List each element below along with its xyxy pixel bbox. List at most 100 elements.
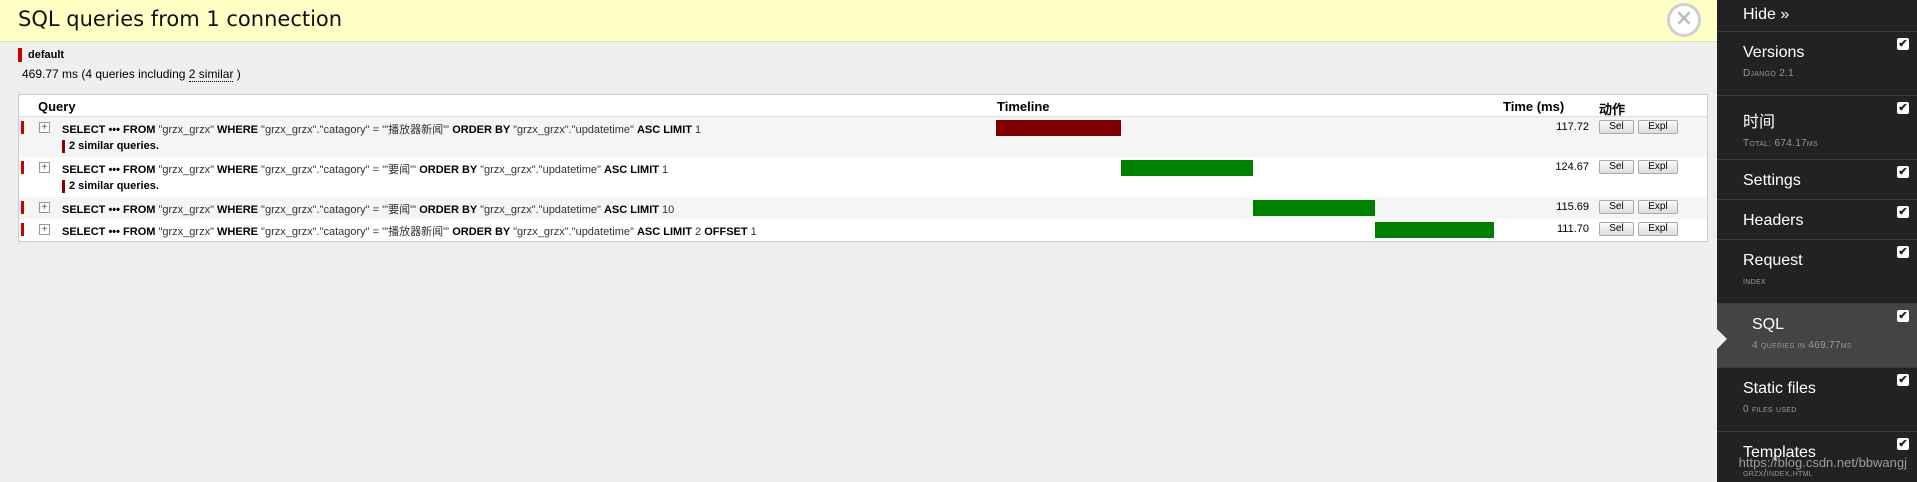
sql-token: 1	[695, 124, 702, 136]
panel-enabled-checkbox-icon[interactable]: ✔	[1897, 374, 1909, 386]
sql-token: "grzx_grzx"."updatetime"	[513, 124, 637, 136]
watermark: https://blog.csdn.net/bbwangj	[1738, 455, 1907, 470]
sidebar-item-时间[interactable]: 时间 Total: 674.17ms ✔	[1717, 96, 1917, 160]
panel-enabled-checkbox-icon[interactable]: ✔	[1897, 38, 1909, 50]
connection-marker	[21, 121, 24, 134]
expand-toggle-icon[interactable]: +	[39, 162, 50, 173]
sql-token: "grzx_grzx"."catagory" = '"要闻"'	[261, 164, 420, 176]
sql-token: SELECT ••• FROM	[62, 226, 159, 238]
hide-label: Hide »	[1743, 6, 1790, 23]
panel-enabled-checkbox-icon[interactable]: ✔	[1897, 246, 1909, 258]
sql-query-text[interactable]: SELECT ••• FROM "grzx_grzx" WHERE "grzx_…	[62, 161, 668, 177]
sql-token: WHERE	[217, 226, 262, 238]
query-time: 124.67	[1555, 161, 1589, 173]
sql-token: ORDER BY	[419, 204, 481, 216]
query-time: 115.69	[1556, 201, 1589, 213]
sql-token: "grzx_grzx"."catagory" = '"播放器新闻"'	[261, 226, 453, 238]
expand-toggle-icon[interactable]: +	[39, 224, 50, 235]
sql-token: ASC LIMIT	[636, 124, 696, 136]
sidebar-item-headers[interactable]: Headers ✔	[1717, 200, 1917, 240]
close-button[interactable]: ×	[1667, 3, 1701, 37]
table-row: + SELECT ••• FROM "grzx_grzx" WHERE "grzx…	[19, 157, 1707, 197]
table-header: Query Timeline Time (ms) 动作	[19, 95, 1707, 117]
sql-token: "grzx_grzx"."catagory" = '"播放器新闻"'	[261, 124, 453, 136]
sql-token: "grzx_grzx"."catagory" = '"要闻"'	[261, 204, 420, 216]
query-time: 111.70	[1556, 223, 1589, 235]
similar-queries-note: 2 similar queries.	[62, 180, 159, 193]
sidebar-item-subtitle: 4 queries in 469.77ms	[1752, 340, 1852, 351]
explain-button[interactable]: Expl	[1638, 120, 1678, 134]
connection-marker	[21, 201, 24, 214]
panel-enabled-checkbox-icon[interactable]: ✔	[1897, 102, 1909, 114]
timeline-bar	[1375, 222, 1494, 238]
sql-token: "grzx_grzx"."updatetime"	[513, 226, 637, 238]
sidebar-item-versions[interactable]: Versions Django 2.1 ✔	[1717, 32, 1917, 96]
sidebar-item-subtitle: Total: 674.17ms	[1743, 138, 1819, 149]
expand-toggle-icon[interactable]: +	[39, 202, 50, 213]
hide-toolbar-link[interactable]: Hide »	[1717, 0, 1917, 32]
table-row: + SELECT ••• FROM "grzx_grzx" WHERE "grzx…	[19, 197, 1707, 219]
sql-table: Query Timeline Time (ms) 动作 + SELECT ••• …	[18, 94, 1708, 242]
sql-token: WHERE	[217, 164, 262, 176]
connection-marker	[21, 161, 24, 174]
panel-list: Versions Django 2.1 ✔ 时间 Total: 674.17ms ✔ Set…	[1717, 32, 1917, 482]
sql-token: SELECT ••• FROM	[62, 124, 159, 136]
timeline-bar	[1252, 200, 1376, 216]
sidebar-item-label: Settings	[1743, 172, 1801, 189]
sql-token: ORDER BY	[419, 164, 481, 176]
sidebar-item-subtitle: Django 2.1	[1743, 68, 1795, 79]
select-button[interactable]: Sel	[1599, 160, 1634, 174]
panel-title: SQL queries from 1 connection	[18, 7, 343, 31]
sql-token: "grzx_grzx"	[158, 226, 218, 238]
sidebar-item-settings[interactable]: Settings ✔	[1717, 160, 1917, 200]
sql-token: SELECT ••• FROM	[62, 204, 159, 216]
sql-token: "grzx_grzx"	[158, 164, 218, 176]
column-header-action: 动作	[1599, 102, 1626, 117]
sidebar-item-subtitle: 0 files used	[1743, 404, 1797, 415]
panel-enabled-checkbox-icon[interactable]: ✔	[1897, 438, 1909, 450]
sql-query-text[interactable]: SELECT ••• FROM "grzx_grzx" WHERE "grzx_…	[62, 201, 674, 217]
similar-count-link[interactable]: 2 similar	[188, 67, 234, 82]
panel-enabled-checkbox-icon[interactable]: ✔	[1897, 206, 1909, 218]
explain-button[interactable]: Expl	[1638, 200, 1678, 214]
debug-toolbar-sidebar: Hide » Versions Django 2.1 ✔ 时间 Total: 674.1…	[1717, 0, 1917, 482]
sql-token: ORDER BY	[452, 226, 514, 238]
connection-name: default	[28, 49, 65, 61]
sidebar-item-label: Request	[1743, 252, 1803, 269]
sidebar-item-static-files[interactable]: Static files 0 files used ✔	[1717, 368, 1917, 432]
sql-token: SELECT ••• FROM	[62, 164, 159, 176]
table-row: + SELECT ••• FROM "grzx_grzx" WHERE "grzx…	[19, 117, 1707, 157]
explain-button[interactable]: Expl	[1638, 160, 1678, 174]
expand-toggle-icon[interactable]: +	[39, 122, 50, 133]
sidebar-item-label: Static files	[1743, 380, 1816, 397]
sql-token: "grzx_grzx"."updatetime"	[480, 204, 604, 216]
panel-enabled-checkbox-icon[interactable]: ✔	[1897, 166, 1909, 178]
sql-token: "grzx_grzx"	[158, 204, 218, 216]
select-button[interactable]: Sel	[1599, 120, 1634, 134]
sql-token: ASC LIMIT	[603, 204, 663, 216]
sidebar-item-label: SQL	[1752, 316, 1785, 333]
sql-token: ASC LIMIT	[603, 164, 663, 176]
connection-summary: 469.77 ms (4 queries including 2 similar…	[22, 67, 241, 82]
explain-button[interactable]: Expl	[1638, 222, 1678, 236]
sql-token: 2	[695, 226, 705, 238]
sidebar-item-label: Headers	[1743, 212, 1804, 229]
sql-token: ORDER BY	[452, 124, 514, 136]
select-button[interactable]: Sel	[1599, 222, 1634, 236]
sql-query-text[interactable]: SELECT ••• FROM "grzx_grzx" WHERE "grzx_…	[62, 121, 701, 137]
sql-query-text[interactable]: SELECT ••• FROM "grzx_grzx" WHERE "grzx_…	[62, 223, 757, 239]
connection-marker	[21, 223, 24, 236]
summary-suffix: )	[233, 67, 241, 81]
sidebar-item-sql[interactable]: SQL 4 queries in 469.77ms ✔	[1717, 304, 1917, 368]
sidebar-item-request[interactable]: Request index ✔	[1717, 240, 1917, 304]
sidebar-item-subtitle: index	[1743, 276, 1766, 287]
sidebar-item-label: Versions	[1743, 44, 1805, 61]
sql-token: 1	[662, 164, 669, 176]
sql-token: WHERE	[217, 204, 262, 216]
select-button[interactable]: Sel	[1599, 200, 1634, 214]
panel-enabled-checkbox-icon[interactable]: ✔	[1897, 310, 1909, 322]
sql-token: "grzx_grzx"	[158, 124, 218, 136]
sidebar-item-label: 时间	[1743, 114, 1776, 131]
timeline-bar	[996, 120, 1121, 136]
summary-prefix: 469.77 ms (4 queries including	[22, 67, 189, 81]
